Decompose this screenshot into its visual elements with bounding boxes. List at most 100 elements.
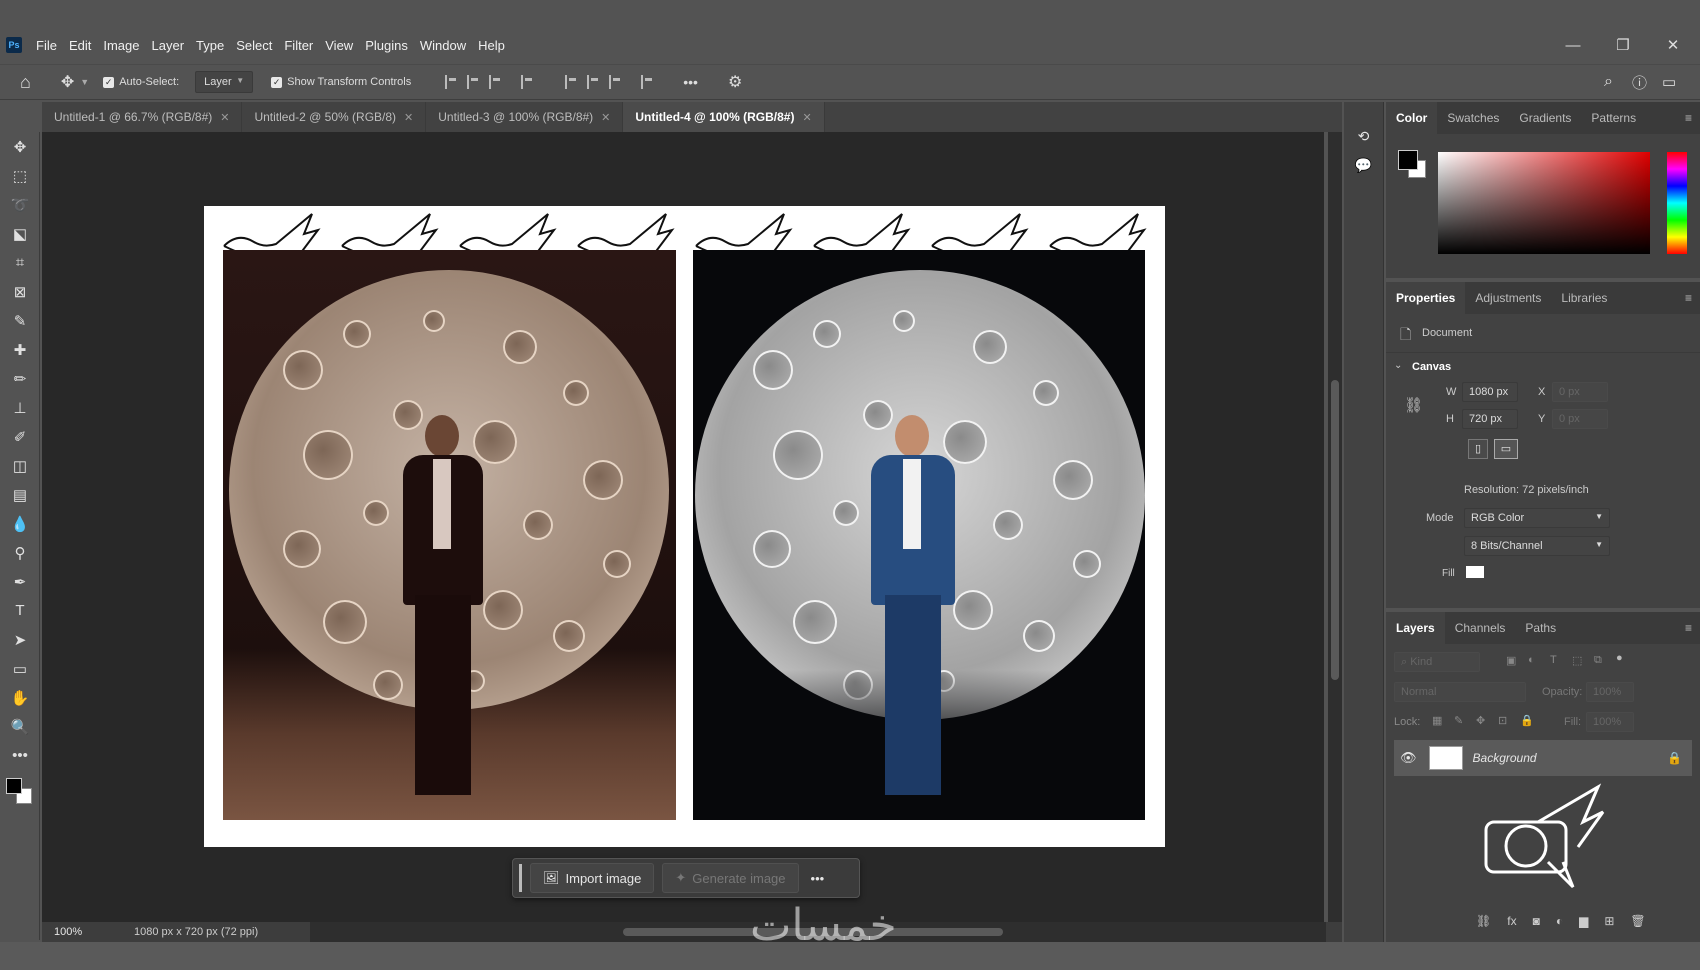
link-layers-icon[interactable]: ⛓ (1476, 914, 1491, 928)
menu-help[interactable]: Help (478, 38, 505, 53)
opacity-field[interactable]: 100% (1586, 682, 1634, 702)
portrait-orientation-icon[interactable]: ▯ (1468, 439, 1488, 459)
lock-pixels-icon[interactable]: ▦ (1432, 714, 1442, 727)
link-icon[interactable]: ⛓ (1404, 396, 1423, 414)
menu-edit[interactable]: Edit (69, 38, 91, 53)
tab-patterns[interactable]: Patterns (1581, 102, 1646, 134)
lock-paint-icon[interactable]: ✎ (1454, 714, 1463, 727)
height-field[interactable]: 720 px (1462, 409, 1518, 429)
adjustment-layer-icon[interactable]: ◐ (1556, 914, 1563, 928)
tab-libraries[interactable]: Libraries (1551, 282, 1617, 314)
tab-paths[interactable]: Paths (1515, 612, 1566, 644)
close-icon[interactable]: ✕ (220, 111, 229, 124)
y-field[interactable]: 0 px (1552, 409, 1608, 429)
add-mask-icon[interactable]: ◙ (1533, 914, 1540, 928)
chevron-down-icon[interactable]: ⌄ (1394, 360, 1402, 371)
new-group-icon[interactable]: ▆ (1579, 914, 1588, 928)
move-tool-icon[interactable]: ✥ (61, 72, 74, 92)
gradient-tool-icon[interactable]: ▤ (0, 480, 40, 509)
search-icon[interactable]: ⌕ (1604, 73, 1613, 91)
panel-menu-icon[interactable]: ≡ (1685, 291, 1692, 305)
filter-pixel-icon[interactable]: ▣ (1506, 654, 1516, 667)
dodge-tool-icon[interactable]: ⚲ (0, 538, 40, 567)
close-icon[interactable]: ✕ (802, 111, 811, 124)
zoom-level[interactable]: 100% (54, 926, 124, 938)
panel-menu-icon[interactable]: ≡ (1685, 111, 1692, 125)
new-layer-icon[interactable]: ⊞ (1604, 914, 1614, 928)
layer-filter-dropdown[interactable]: ⌕ Kind (1394, 652, 1480, 672)
x-field[interactable]: 0 px (1552, 382, 1608, 402)
scroll-thumb[interactable] (1331, 380, 1339, 680)
menu-plugins[interactable]: Plugins (365, 38, 408, 53)
color-picker-field[interactable] (1438, 152, 1650, 254)
auto-select-dropdown[interactable]: Layer ▼ (195, 71, 254, 93)
layer-name[interactable]: Background (1473, 751, 1537, 765)
eye-icon[interactable]: 👁 (1400, 750, 1417, 766)
blend-mode-dropdown[interactable]: Normal (1394, 682, 1526, 702)
menu-image[interactable]: Image (103, 38, 139, 53)
help-icon[interactable]: ⓘ (1632, 72, 1647, 93)
pen-tool-icon[interactable]: ✒ (0, 567, 40, 596)
foreground-color-swatch[interactable] (1398, 150, 1418, 170)
document-info[interactable]: 1080 px x 720 px (72 ppi) (134, 926, 294, 938)
tab-layers[interactable]: Layers (1386, 612, 1445, 644)
filter-toggle-icon[interactable]: ● (1616, 652, 1623, 664)
tab-properties[interactable]: Properties (1386, 282, 1466, 314)
restore-button[interactable]: ❐ (1598, 30, 1648, 60)
home-icon[interactable]: ⌂ (20, 72, 31, 93)
bit-depth-dropdown[interactable]: 8 Bits/Channel ▼ (1464, 536, 1610, 556)
document-canvas[interactable] (204, 206, 1165, 847)
foreground-color-icon[interactable] (6, 778, 22, 794)
close-icon[interactable]: ✕ (404, 111, 413, 124)
more-tools-icon[interactable]: ••• (0, 741, 40, 770)
rectangle-tool-icon[interactable]: ▭ (0, 654, 40, 683)
lock-icon[interactable]: 🔒 (1667, 751, 1682, 765)
history-icon[interactable]: ⟲ (1354, 128, 1374, 145)
crop-tool-icon[interactable]: ⌗ (0, 248, 40, 277)
zoom-tool-icon[interactable]: 🔍 (0, 712, 40, 741)
history-brush-tool-icon[interactable]: ✐ (0, 422, 40, 451)
lock-all-icon[interactable]: 🔒 (1520, 714, 1534, 727)
move-tool-icon[interactable]: ✥ (0, 132, 40, 161)
stamp-tool-icon[interactable]: ⊥ (0, 393, 40, 422)
auto-select-checkbox[interactable]: ✓ Auto-Select: (103, 76, 179, 88)
distribute-icon[interactable] (521, 75, 533, 89)
mode-dropdown[interactable]: RGB Color ▼ (1464, 508, 1610, 528)
object-select-tool-icon[interactable]: ⬕ (0, 219, 40, 248)
more-actions-button[interactable]: ••• (811, 871, 825, 886)
eraser-tool-icon[interactable]: ◫ (0, 451, 40, 480)
marquee-tool-icon[interactable]: ⬚ (0, 161, 40, 190)
drag-handle[interactable] (519, 864, 522, 892)
blur-tool-icon[interactable]: 💧 (0, 509, 40, 538)
fill-opacity-field[interactable]: 100% (1586, 712, 1634, 732)
align-left-icon[interactable] (445, 75, 457, 89)
more-options-button[interactable]: ••• (683, 74, 698, 90)
workspace-icon[interactable]: ▭ (1662, 73, 1676, 91)
vertical-scrollbar[interactable] (1328, 132, 1342, 922)
menu-file[interactable]: File (36, 38, 57, 53)
hand-tool-icon[interactable]: ✋ (0, 683, 40, 712)
generate-image-button[interactable]: ✦ Generate image (662, 863, 799, 893)
menu-layer[interactable]: Layer (152, 38, 185, 53)
menu-filter[interactable]: Filter (284, 38, 313, 53)
menu-type[interactable]: Type (196, 38, 224, 53)
tab-channels[interactable]: Channels (1445, 612, 1516, 644)
distribute-vertical-icon[interactable] (641, 75, 653, 89)
color-swatches[interactable] (0, 774, 40, 814)
menu-select[interactable]: Select (236, 38, 272, 53)
delete-layer-icon[interactable]: 🗑 (1630, 914, 1645, 928)
tab-color[interactable]: Color (1386, 102, 1438, 134)
show-transform-checkbox[interactable]: ✓ Show Transform Controls (271, 76, 411, 88)
close-window-button[interactable]: ✕ (1648, 30, 1698, 60)
gear-icon[interactable]: ⚙ (728, 72, 742, 92)
hue-slider[interactable] (1667, 152, 1687, 254)
brush-tool-icon[interactable]: ✏ (0, 364, 40, 393)
align-middle-icon[interactable] (587, 75, 599, 89)
tab-gradients[interactable]: Gradients (1509, 102, 1581, 134)
import-image-button[interactable]: 🖼 Import image (530, 863, 655, 893)
lock-position-icon[interactable]: ✥ (1476, 714, 1485, 727)
menu-view[interactable]: View (325, 38, 353, 53)
type-tool-icon[interactable]: T (0, 596, 40, 625)
width-field[interactable]: 1080 px (1462, 382, 1518, 402)
tab-untitled-2[interactable]: Untitled-2 @ 50% (RGB/8) ✕ (242, 102, 427, 132)
